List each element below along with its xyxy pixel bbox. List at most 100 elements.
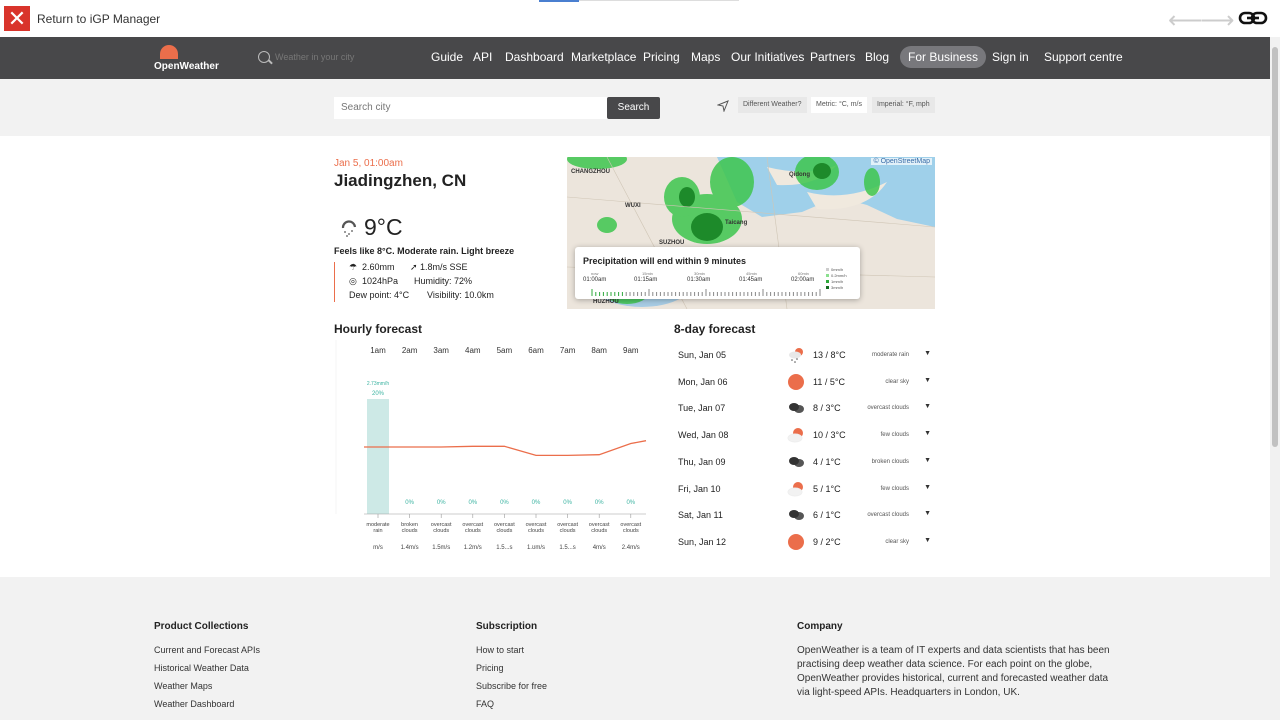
condition-label: clouds xyxy=(465,528,481,534)
day-condition: clear sky xyxy=(885,378,909,385)
footer-link[interactable]: Subscribe for free xyxy=(476,681,547,691)
pop-label: 0% xyxy=(405,500,414,506)
nav-sign-in[interactable]: Sign in xyxy=(992,50,1029,64)
search-band: Search city Search Different Weather? Me… xyxy=(0,79,1270,136)
different-weather-button[interactable]: Different Weather? xyxy=(738,97,807,113)
rain-icon xyxy=(789,348,803,363)
nav-marketplace[interactable]: Marketplace xyxy=(571,50,636,64)
nav-our-initiatives[interactable]: Our Initiatives xyxy=(731,50,804,64)
precipitation-value: 2.60mm xyxy=(362,262,395,272)
chevron-down-icon[interactable]: ▼ xyxy=(924,510,931,517)
logo-sun-icon xyxy=(160,45,178,59)
arrow-left-icon[interactable]: ⟵ xyxy=(1168,6,1202,35)
nav-partners[interactable]: Partners xyxy=(810,50,855,64)
daily-forecast-row[interactable]: Mon, Jan 06 11 / 5°C clear sky ▼ xyxy=(674,369,935,395)
pop-label: 0% xyxy=(437,500,446,506)
footer-link[interactable]: FAQ xyxy=(476,699,494,709)
time-label: 02:00am xyxy=(791,277,815,283)
condition-label: clouds xyxy=(623,528,639,534)
day-label: Sun, Jan 12 xyxy=(678,536,727,547)
wind-label: 2.4m/s xyxy=(622,545,640,551)
imperial-units-toggle[interactable]: Imperial: °F, mph xyxy=(872,97,935,113)
link-icon[interactable] xyxy=(1238,8,1268,28)
chevron-down-icon[interactable]: ▼ xyxy=(924,484,931,491)
map-attribution[interactable]: © OpenStreetMap xyxy=(871,158,932,165)
pop-label: 0% xyxy=(500,500,509,506)
day-temperature: 4 / 1°C xyxy=(813,456,841,467)
precip-icon: ☂ xyxy=(349,262,358,272)
wind-label: 1.5...s xyxy=(559,545,575,551)
header-search-placeholder[interactable]: Weather in your city xyxy=(275,52,354,62)
chevron-down-icon[interactable]: ▼ xyxy=(924,403,931,410)
day-condition: clear sky xyxy=(885,538,909,545)
day-temperature: 8 / 3°C xyxy=(813,403,841,414)
nav-for-business[interactable]: For Business xyxy=(900,46,987,68)
metric-units-toggle[interactable]: Metric: °C, m/s xyxy=(811,97,867,113)
dew-point-value: Dew point: 4°C xyxy=(349,290,410,300)
header-search[interactable]: Weather in your city xyxy=(258,50,388,66)
nav-pricing[interactable]: Pricing xyxy=(643,50,680,64)
daily-forecast-row[interactable]: Wed, Jan 08 10 / 3°C few clouds ▼ xyxy=(674,422,935,448)
loading-track xyxy=(579,0,739,1)
return-link[interactable]: Return to iGP Manager xyxy=(37,12,160,26)
close-icon[interactable]: ✕ xyxy=(4,6,30,31)
day-label: Wed, Jan 08 xyxy=(678,430,729,441)
footer-company-text: OpenWeather is a team of IT experts and … xyxy=(797,645,1110,698)
location-arrow-icon[interactable] xyxy=(717,100,729,112)
time-label: 01:00am xyxy=(583,277,607,283)
daily-forecast-row[interactable]: Sun, Jan 05 13 / 8°C moderate rain ▼ xyxy=(674,342,935,368)
site-footer: Product Collections Current and Forecast… xyxy=(0,577,1270,720)
day-condition: overcast clouds xyxy=(867,512,909,519)
footer-link[interactable]: Weather Maps xyxy=(154,681,212,691)
time-label: 01:45am xyxy=(739,277,763,283)
city-search-input[interactable]: Search city xyxy=(334,97,608,119)
nav-dashboard[interactable]: Dashboard xyxy=(505,50,564,64)
chevron-down-icon[interactable]: ▼ xyxy=(924,537,931,544)
nav-guide[interactable]: Guide xyxy=(431,50,463,64)
footer-link[interactable]: Historical Weather Data xyxy=(154,663,249,673)
footer-link[interactable]: How to start xyxy=(476,645,524,655)
precipitation-popup: Precipitation will end within 9 minutes … xyxy=(575,247,860,299)
nav-blog[interactable]: Blog xyxy=(865,50,889,64)
daily-forecast-row[interactable]: Sat, Jan 11 6 / 1°C overcast clouds ▼ xyxy=(674,502,935,528)
nav-support-centre[interactable]: Support centre xyxy=(1044,50,1123,64)
daily-forecast-row[interactable]: Fri, Jan 10 5 / 1°C few clouds ▼ xyxy=(674,476,935,502)
scrollbar-thumb[interactable] xyxy=(1272,47,1278,447)
pop-label: 0% xyxy=(626,500,635,506)
chevron-down-icon[interactable]: ▼ xyxy=(924,377,931,384)
footer-link[interactable]: Current and Forecast APIs xyxy=(154,645,260,655)
search-icon xyxy=(258,51,270,63)
wind-label: 1.5m/s xyxy=(432,545,450,551)
day-temperature: 5 / 1°C xyxy=(813,483,841,494)
condition-label: clouds xyxy=(591,528,607,534)
nav-api[interactable]: API xyxy=(473,50,492,64)
nav-maps[interactable]: Maps xyxy=(691,50,720,64)
time-label: 01:30am xyxy=(687,277,711,283)
openweather-logo[interactable]: OpenWeather xyxy=(154,45,224,73)
footer-link[interactable]: Weather Dashboard xyxy=(154,699,234,709)
chevron-down-icon[interactable]: ▼ xyxy=(924,457,931,464)
chevron-down-icon[interactable]: ▼ xyxy=(924,350,931,357)
extension-bar: ✕ Return to iGP Manager ⟵ ⟶ xyxy=(0,0,1280,37)
daily-forecast-row[interactable]: Thu, Jan 09 4 / 1°C broken clouds ▼ xyxy=(674,449,935,475)
wind-label: m/s xyxy=(373,545,383,551)
rain-bar xyxy=(367,399,389,514)
arrow-right-icon[interactable]: ⟶ xyxy=(1200,6,1234,35)
pressure-icon: ◎ xyxy=(349,276,357,286)
chevron-down-icon[interactable]: ▼ xyxy=(924,430,931,437)
day-label: Sun, Jan 05 xyxy=(678,350,727,360)
daily-forecast-row[interactable]: Tue, Jan 07 8 / 3°C overcast clouds ▼ xyxy=(674,395,935,421)
current-temperature: 9°C xyxy=(364,214,403,240)
day-label: Tue, Jan 07 xyxy=(678,403,726,414)
day-label: Thu, Jan 09 xyxy=(678,456,726,467)
hour-label: 2am xyxy=(402,346,418,355)
map-label-qidong: Qidong xyxy=(789,172,810,178)
pop-label: 0% xyxy=(532,500,541,506)
pop-label: 20% xyxy=(372,391,385,397)
footer-link[interactable]: Pricing xyxy=(476,663,504,673)
humidity-value: Humidity: 72% xyxy=(414,276,473,286)
wind-label: 4m/s xyxy=(593,545,606,551)
page-scrollbar[interactable] xyxy=(1270,37,1280,720)
daily-forecast-row[interactable]: Sun, Jan 12 9 / 2°C clear sky ▼ xyxy=(674,529,935,555)
search-button[interactable]: Search xyxy=(607,97,660,119)
